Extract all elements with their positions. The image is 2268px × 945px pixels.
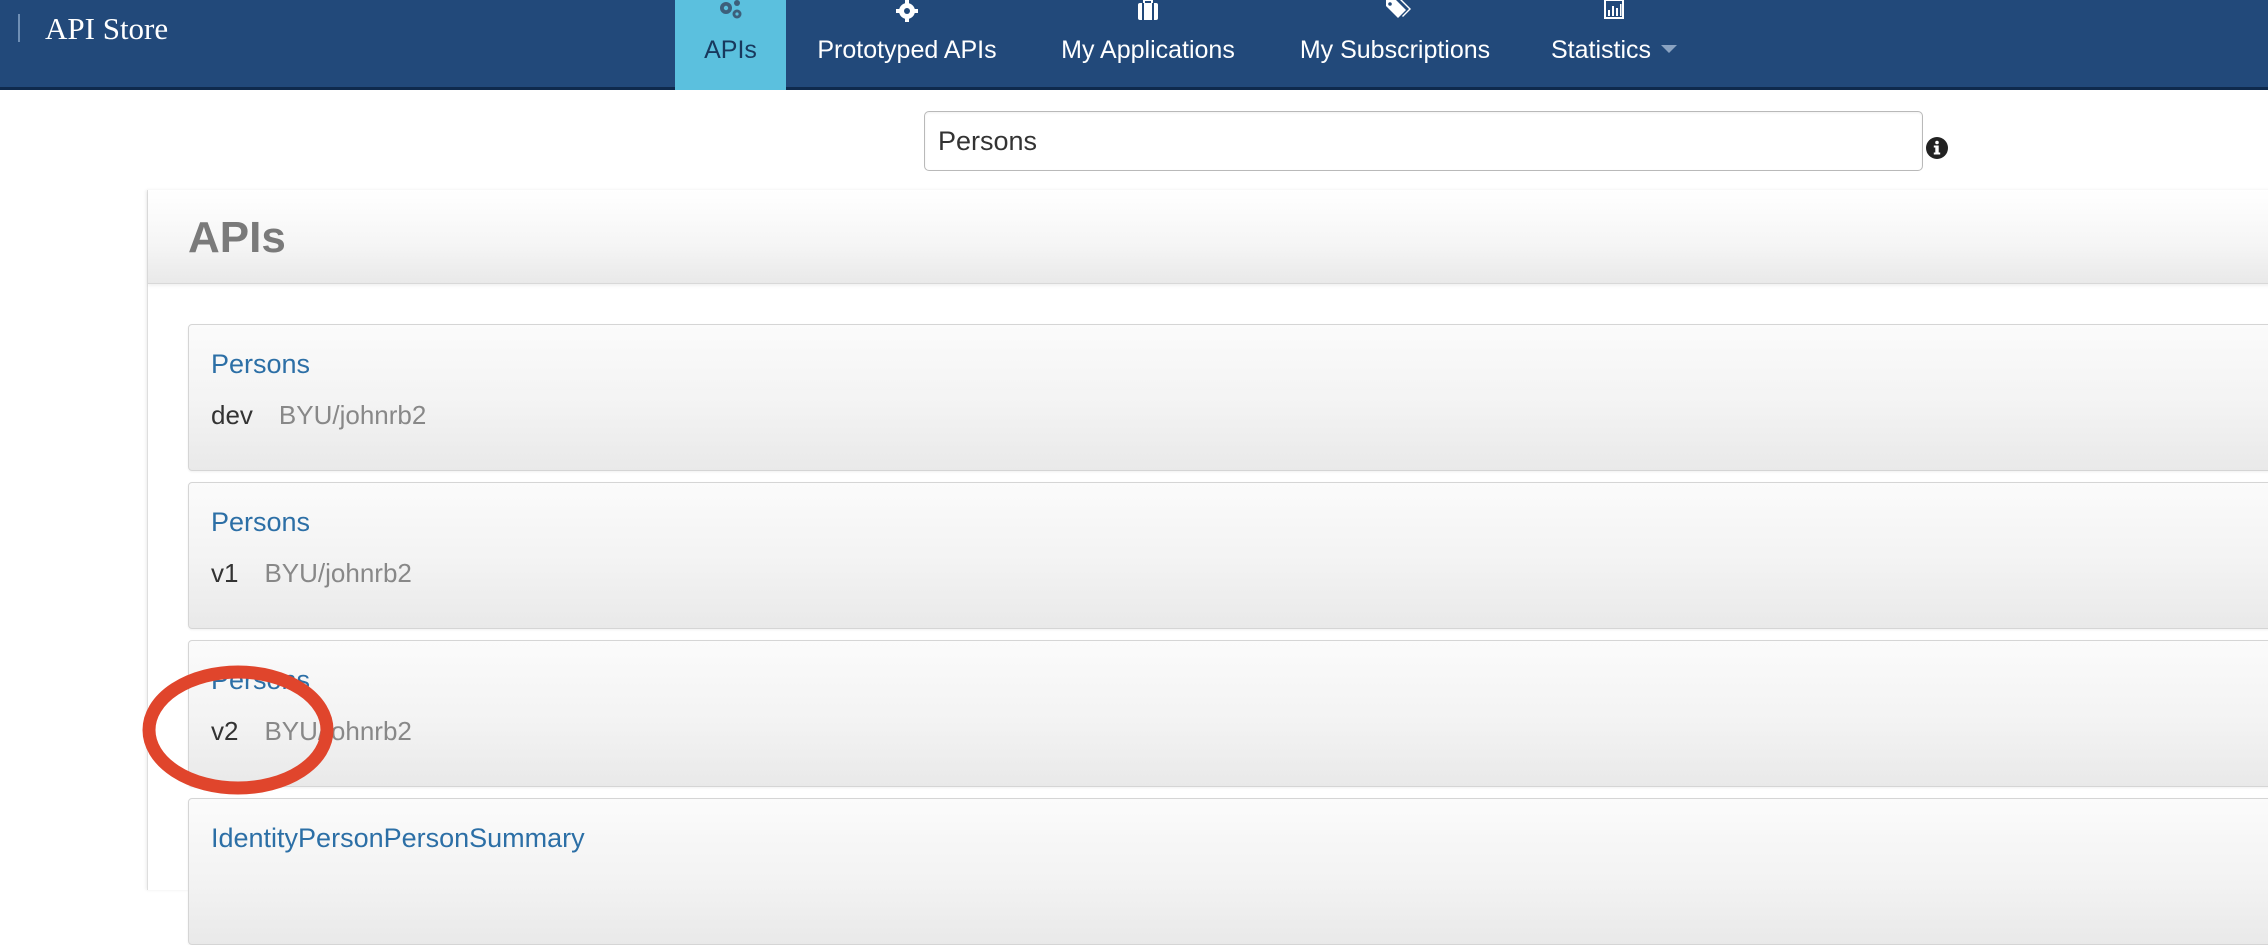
page-title: APIs xyxy=(188,213,286,262)
nav-apis-label: APIs xyxy=(704,36,757,64)
gear-icon xyxy=(896,0,918,22)
top-navbar: API Store APIs Prototyped APIs My Applic… xyxy=(0,0,2268,90)
panel-header: APIs xyxy=(148,190,2268,284)
nav-statistics[interactable]: Statistics xyxy=(1544,0,1684,90)
briefcase-icon xyxy=(1138,0,1158,20)
bar-chart-icon xyxy=(1604,0,1624,19)
api-owner: BYU/johnrb2 xyxy=(278,400,427,430)
api-meta: dev BYU/johnrb2 xyxy=(211,398,426,432)
api-version: v1 xyxy=(211,558,239,588)
nav-my-subscriptions-label: My Subscriptions xyxy=(1299,36,1491,64)
info-icon[interactable] xyxy=(1925,136,1949,160)
api-name-link[interactable]: Persons xyxy=(211,505,310,539)
tags-icon xyxy=(1386,0,1411,18)
gears-icon xyxy=(719,0,741,19)
api-card[interactable]: Persons v2 BYU/johnrb2 xyxy=(188,640,2268,787)
api-name-link[interactable]: IdentityPersonPersonSummary xyxy=(211,821,585,855)
nav-prototyped-apis[interactable]: Prototyped APIs xyxy=(800,0,1014,90)
brand-logo[interactable]: API Store xyxy=(45,11,168,47)
nav-statistics-text: Statistics xyxy=(1550,36,1652,64)
brand-divider xyxy=(18,14,20,42)
api-card[interactable]: Persons v1 BYU/johnrb2 xyxy=(188,482,2268,629)
api-meta: v1 BYU/johnrb2 xyxy=(211,556,412,590)
api-owner: BYU/johnrb2 xyxy=(264,558,412,588)
nav-prototyped-apis-label: Prototyped APIs xyxy=(817,36,997,64)
api-version: dev xyxy=(211,400,253,430)
chevron-down-icon xyxy=(1661,45,1678,54)
nav-statistics-label: Statistics xyxy=(1544,33,1684,67)
api-name-link[interactable]: Persons xyxy=(211,347,310,381)
api-card[interactable]: IdentityPersonPersonSummary xyxy=(188,798,2268,945)
nav-my-applications-label: My Applications xyxy=(1061,36,1235,64)
annotation-circle xyxy=(142,665,334,795)
nav-apis[interactable]: APIs xyxy=(675,0,786,90)
search-input[interactable] xyxy=(924,111,1923,171)
api-card[interactable]: Persons dev BYU/johnrb2 xyxy=(188,324,2268,471)
nav-my-subscriptions[interactable]: My Subscriptions xyxy=(1290,0,1500,90)
nav-my-applications[interactable]: My Applications xyxy=(1048,0,1248,90)
